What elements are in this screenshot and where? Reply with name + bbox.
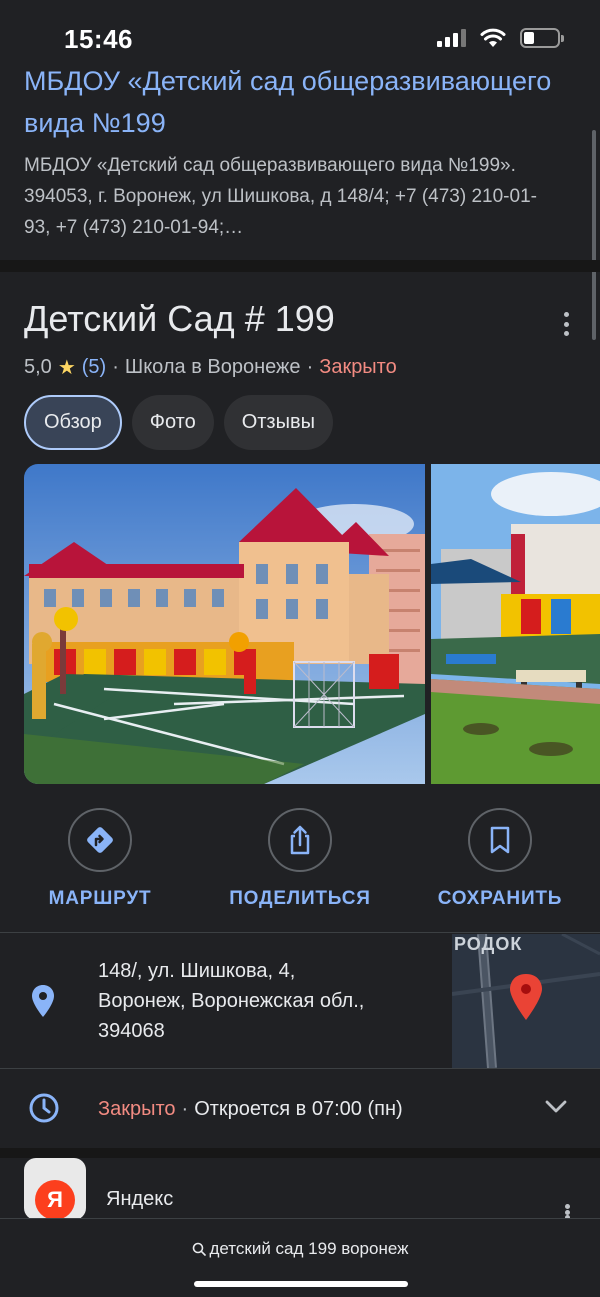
scrollbar[interactable] (592, 130, 596, 340)
map-thumbnail[interactable]: РОДОК (452, 934, 600, 1068)
section-divider (0, 1148, 600, 1158)
status-time: 15:46 (64, 24, 133, 54)
rating-value: 5,0 (24, 356, 52, 378)
place-category: Школа в Воронеже (124, 356, 301, 378)
place-tabs: Обзор Фото Отзывы (24, 395, 333, 450)
address-line: 148/, ул. Шишкова, 4, (98, 960, 296, 982)
hours-row[interactable]: Закрыто · Откроется в 07:00 (пн) (0, 1070, 600, 1148)
address-line: Воронеж, Воронежская обл., (98, 990, 365, 1012)
photo-carousel[interactable] (24, 464, 600, 784)
place-title: Детский Сад # 199 (24, 298, 335, 339)
status-icons (437, 28, 564, 48)
search-query-text: детский сад 199 воронеж (209, 1239, 409, 1258)
home-indicator[interactable] (194, 1281, 408, 1287)
hours-status: Закрыто (98, 1098, 176, 1120)
action-buttons: МАРШРУТ ПОДЕЛИТЬСЯ СОХРАНИТЬ (0, 808, 600, 918)
result-title-link[interactable]: МБДОУ «Детский сад общеразвивающего вида… (24, 60, 564, 144)
clock-icon (29, 1093, 59, 1123)
bookmark-icon (490, 826, 510, 854)
address-row[interactable]: 148/, ул. Шишкова, 4, Воронеж, Воронежск… (0, 934, 600, 1068)
search-icon (192, 1242, 206, 1256)
search-result-card: МБДОУ «Детский сад общеразвивающего вида… (0, 60, 600, 260)
hours-text: Закрыто · Откроется в 07:00 (пн) (98, 1098, 403, 1121)
section-divider (0, 260, 600, 272)
divider (0, 1068, 600, 1069)
meta-separator: · (112, 356, 119, 378)
open-status: Закрыто (319, 356, 397, 378)
battery-icon (520, 28, 564, 48)
reviews-link[interactable]: (5) (82, 356, 106, 379)
tab-photos[interactable]: Фото (131, 395, 214, 450)
tab-overview[interactable]: Обзор (24, 395, 122, 450)
star-icon: ★ (57, 357, 76, 379)
yandex-logo-letter: Я (35, 1180, 75, 1220)
save-label: СОХРАНИТЬ (437, 888, 563, 909)
tab-reviews[interactable]: Отзывы (223, 395, 333, 450)
hours-opens: Откроется в 07:00 (пн) (194, 1098, 403, 1120)
chevron-down-icon[interactable] (544, 1098, 568, 1114)
location-pin-icon (32, 985, 54, 1017)
result-snippet: МБДОУ «Детский сад общеразвивающего вида… (24, 155, 537, 238)
route-button[interactable]: МАРШРУТ (10, 808, 190, 910)
share-button[interactable]: ПОДЕЛИТЬСЯ (210, 808, 390, 910)
route-label: МАРШРУТ (48, 888, 152, 909)
source-row[interactable]: Я Яндекс (0, 1158, 600, 1220)
share-icon (290, 825, 310, 855)
bottom-search-bar[interactable]: детский сад 199 воронеж (0, 1218, 600, 1297)
divider (0, 932, 600, 933)
hours-separator: · (181, 1098, 189, 1120)
search-query[interactable]: детский сад 199 воронеж (0, 1239, 600, 1259)
save-button[interactable]: СОХРАНИТЬ (410, 808, 590, 910)
meta-separator: · (306, 356, 314, 378)
wifi-icon (480, 28, 506, 47)
kindergarten-photo[interactable] (24, 464, 425, 784)
map-label: РОДОК (454, 934, 523, 954)
address-line: 394068 (98, 1020, 165, 1042)
share-label: ПОДЕЛИТЬСЯ (229, 888, 371, 909)
signal-icon (437, 29, 466, 47)
directions-icon (87, 827, 113, 853)
place-meta: 5,0 ★ (5) · Школа в Воронеже · Закрыто (24, 355, 397, 380)
status-bar: 15:46 (0, 0, 600, 70)
more-options-button[interactable] (560, 312, 572, 336)
address-text: 148/, ул. Шишкова, 4, Воронеж, Воронежск… (98, 956, 438, 1046)
playground-photo[interactable] (431, 464, 600, 784)
yandex-logo: Я (24, 1158, 86, 1220)
source-name: Яндекс (106, 1188, 174, 1210)
